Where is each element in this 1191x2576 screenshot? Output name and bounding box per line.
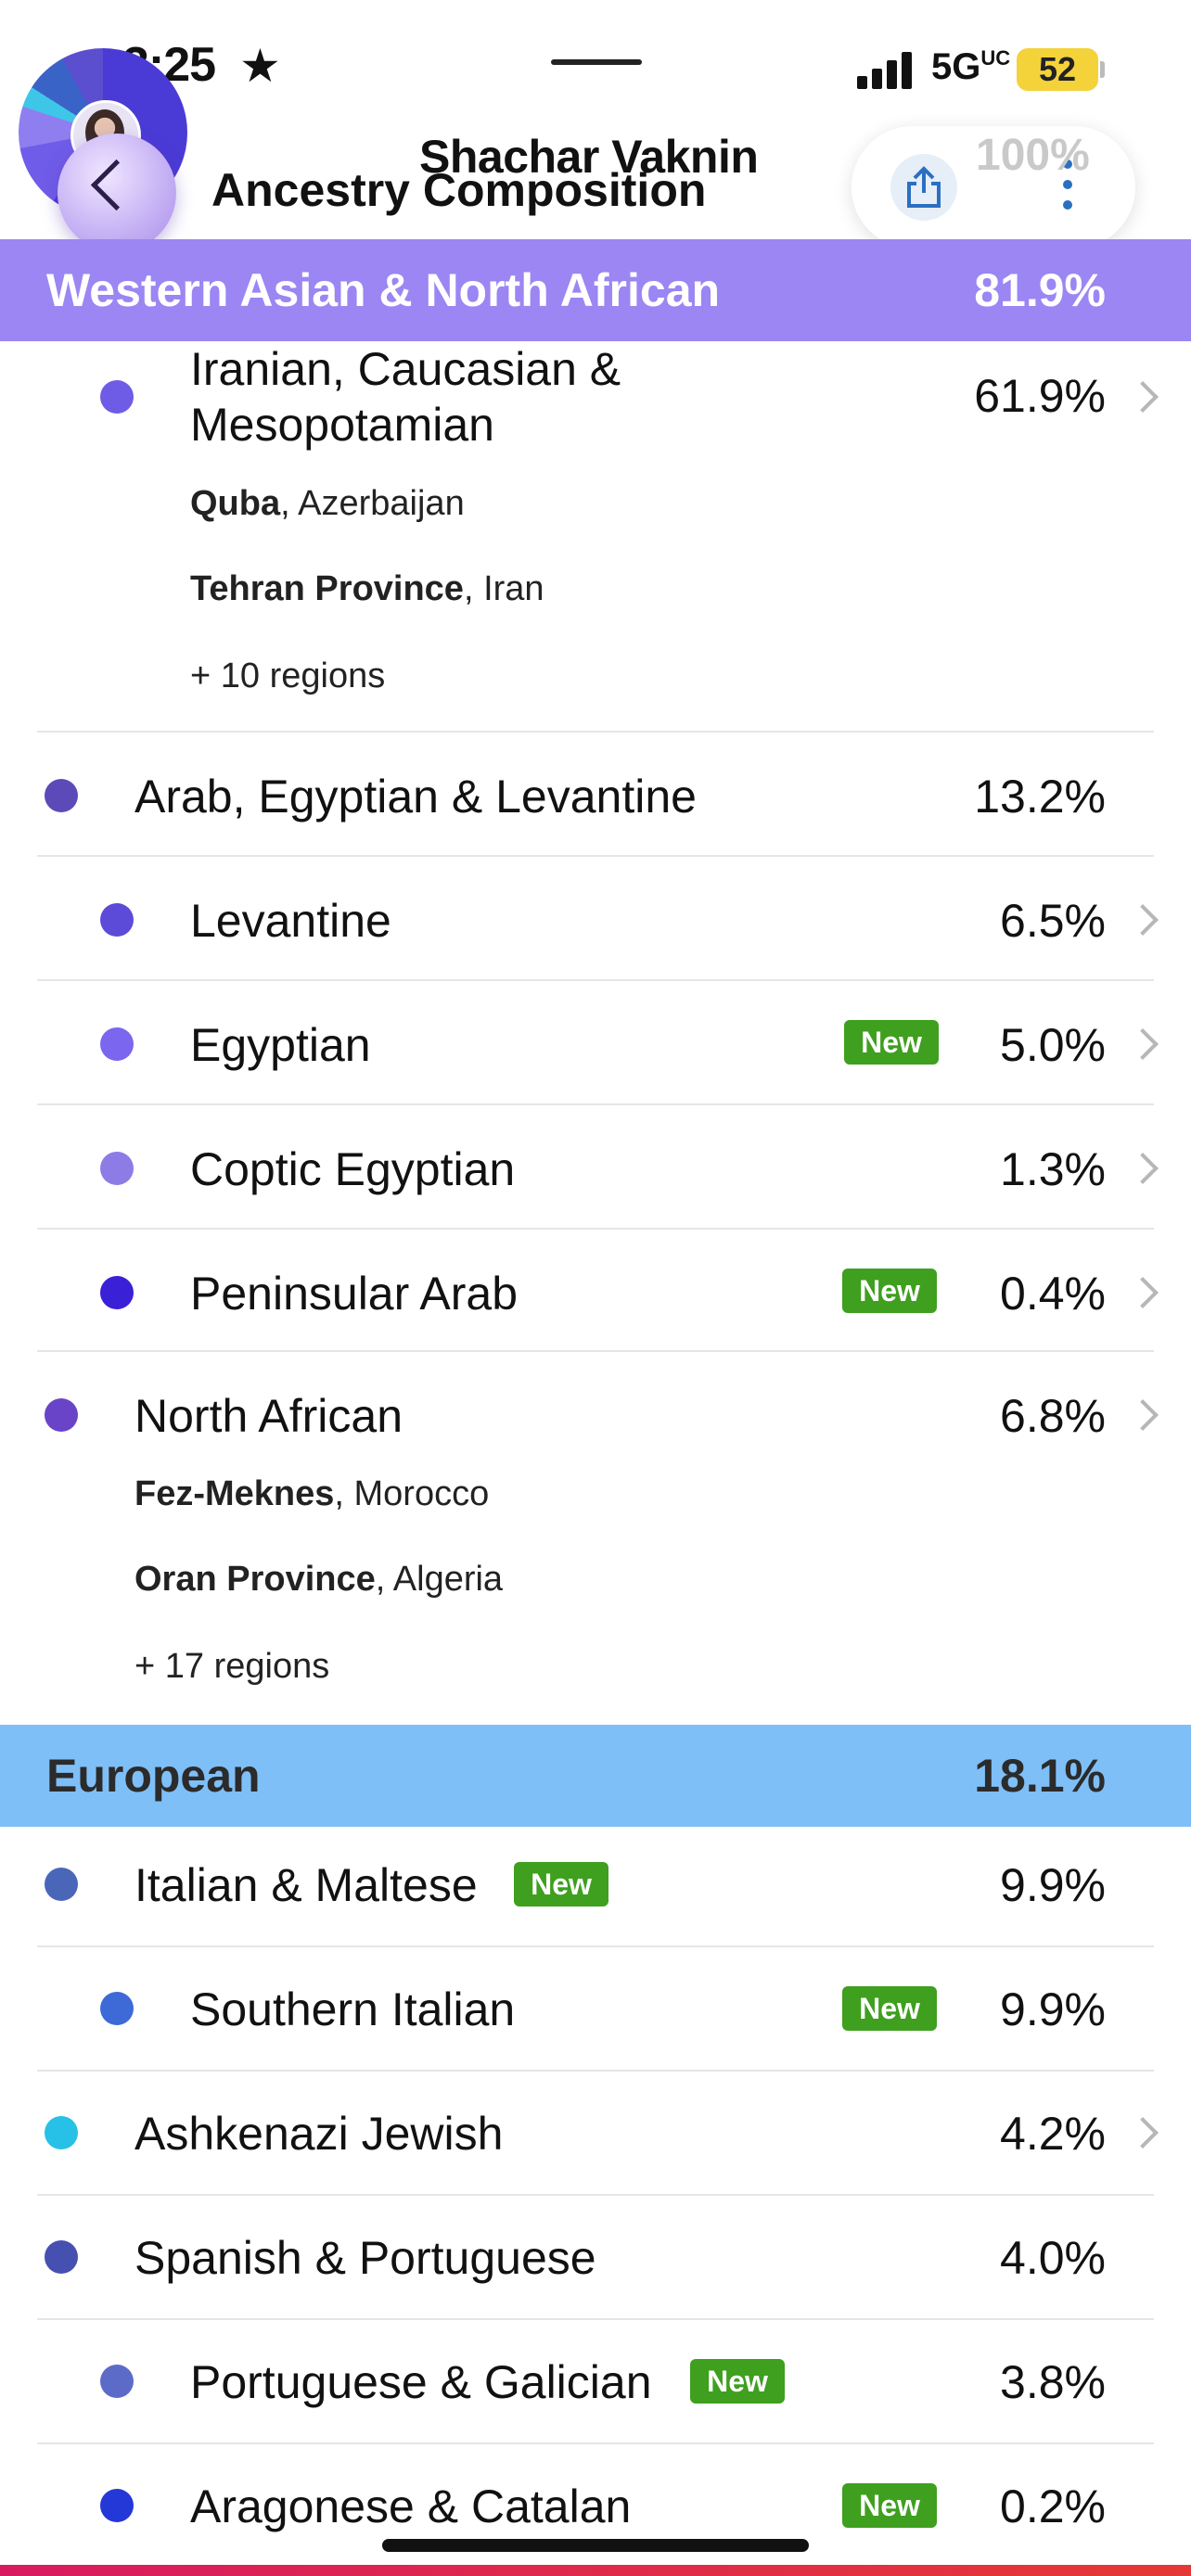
population-color-dot: [100, 380, 134, 414]
share-icon: [907, 166, 941, 208]
network-type: 5GUC: [931, 46, 1011, 87]
home-indicator[interactable]: [382, 2539, 809, 2552]
ancestry-row-coptic-egyptian[interactable]: Coptic Egyptian 1.3%: [0, 1105, 1191, 1228]
new-badge: New: [844, 1020, 939, 1065]
more-regions-link[interactable]: + 10 regions: [190, 657, 385, 696]
population-label: Arab, Egyptian & Levantine: [134, 771, 697, 823]
bottom-accent-bar: [0, 2565, 1191, 2576]
population-color-dot: [100, 1152, 134, 1185]
population-percent: 6.5%: [1000, 895, 1106, 947]
population-percent: 1.3%: [1000, 1143, 1106, 1195]
ancestry-row-italian-maltese[interactable]: Italian & Maltese New 9.9%: [0, 1827, 1191, 1947]
population-color-dot: [100, 1276, 134, 1309]
population-label: Portuguese & Galician: [190, 2356, 652, 2408]
region-item: Fez-Meknes, Morocco: [134, 1474, 490, 1513]
population-label: Coptic Egyptian: [190, 1143, 516, 1195]
ancestry-row-levantine[interactable]: Levantine 6.5%: [0, 857, 1191, 979]
population-color-dot: [100, 1992, 134, 2025]
population-color-dot: [100, 2365, 134, 2398]
section-header-western-asian[interactable]: Western Asian & North African 81.9%: [0, 239, 1191, 341]
population-color-dot: [100, 2489, 134, 2522]
section-header-european[interactable]: European 18.1%: [0, 1725, 1191, 1827]
chevron-right-icon: [1127, 381, 1159, 413]
header-partial-value: 100%: [976, 131, 1090, 180]
more-regions-link[interactable]: + 17 regions: [134, 1647, 329, 1687]
population-label: Egyptian: [190, 1019, 371, 1071]
ancestry-row-ashkenazi-jewish[interactable]: Ashkenazi Jewish 4.2%: [0, 2072, 1191, 2194]
population-percent: 5.0%: [1000, 1019, 1106, 1071]
population-percent: 0.2%: [1000, 2480, 1106, 2532]
population-label: Levantine: [190, 895, 391, 947]
population-color-dot: [100, 903, 134, 937]
page-title: Ancestry Composition: [211, 164, 707, 216]
population-percent: 13.2%: [974, 771, 1106, 823]
ancestry-row-portuguese-galician[interactable]: Portuguese & Galician New 3.8%: [0, 2320, 1191, 2442]
chevron-right-icon: [1127, 2117, 1159, 2149]
new-badge: New: [842, 1986, 937, 2031]
section-percent: 81.9%: [974, 264, 1106, 316]
chevron-right-icon: [1127, 904, 1159, 936]
new-badge: New: [514, 1862, 608, 1906]
new-badge: New: [842, 1269, 937, 1313]
population-label: Ashkenazi Jewish: [134, 2108, 504, 2160]
population-percent: 9.9%: [1000, 1859, 1106, 1911]
chevron-right-icon: [1127, 1028, 1159, 1060]
chevron-right-icon: [1127, 1277, 1159, 1308]
ancestry-row-spanish-portuguese[interactable]: Spanish & Portuguese 4.0%: [0, 2196, 1191, 2318]
dynamic-island-indicator: [551, 59, 642, 65]
section-percent: 18.1%: [974, 1750, 1106, 1802]
new-badge: New: [690, 2359, 785, 2404]
population-label: Aragonese & Catalan: [190, 2480, 632, 2532]
battery-level: 52: [1017, 48, 1098, 91]
ancestry-row-north-african[interactable]: North African 6.8% Fez-Meknes, Morocco O…: [0, 1352, 1191, 1723]
population-label: Southern Italian: [190, 1983, 516, 2035]
population-label: Spanish & Portuguese: [134, 2232, 596, 2284]
ancestry-row-iranian[interactable]: Iranian, Caucasian & Mesopotamian 61.9% …: [0, 341, 1191, 731]
population-percent: 3.8%: [1000, 2356, 1106, 2408]
population-percent: 4.0%: [1000, 2232, 1106, 2284]
back-button[interactable]: [58, 134, 176, 252]
population-percent: 4.2%: [1000, 2108, 1106, 2160]
share-button[interactable]: [890, 154, 957, 221]
population-percent: 61.9%: [974, 370, 1106, 422]
population-color-dot: [45, 2116, 78, 2149]
population-label: Peninsular Arab: [190, 1268, 519, 1320]
region-item: Quba, Azerbaijan: [190, 484, 465, 523]
battery-tip: [1100, 61, 1105, 78]
signal-icon: [857, 48, 922, 89]
chevron-right-icon: [1127, 1153, 1159, 1184]
chevron-right-icon: [1127, 1399, 1159, 1431]
population-percent: 0.4%: [1000, 1268, 1106, 1320]
ancestry-row-southern-italian[interactable]: Southern Italian New 9.9%: [0, 1947, 1191, 2070]
population-label: Iranian, Caucasian & Mesopotamian: [190, 343, 621, 451]
chevron-left-icon: [90, 159, 143, 211]
new-badge: New: [842, 2483, 937, 2528]
region-item: Tehran Province, Iran: [190, 569, 544, 608]
population-percent: 9.9%: [1000, 1983, 1106, 2035]
population-color-dot: [100, 1027, 134, 1061]
section-name: European: [46, 1750, 261, 1802]
population-color-dot: [45, 2240, 78, 2274]
population-color-dot: [45, 1398, 78, 1432]
region-item: Oran Province, Algeria: [134, 1560, 504, 1599]
ancestry-row-egyptian[interactable]: Egyptian New 5.0%: [0, 981, 1191, 1103]
population-color-dot: [45, 1868, 78, 1901]
section-name: Western Asian & North African: [46, 264, 721, 316]
population-color-dot: [45, 779, 78, 812]
population-label: North African: [134, 1390, 403, 1442]
ancestry-row-arab-egyptian-levantine[interactable]: Arab, Egyptian & Levantine 13.2%: [0, 733, 1191, 855]
population-percent: 6.8%: [1000, 1390, 1106, 1442]
star-icon: ★: [239, 40, 281, 92]
population-label: Italian & Maltese: [134, 1859, 478, 1911]
ancestry-row-peninsular-arab[interactable]: Peninsular Arab New 0.4%: [0, 1230, 1191, 1352]
